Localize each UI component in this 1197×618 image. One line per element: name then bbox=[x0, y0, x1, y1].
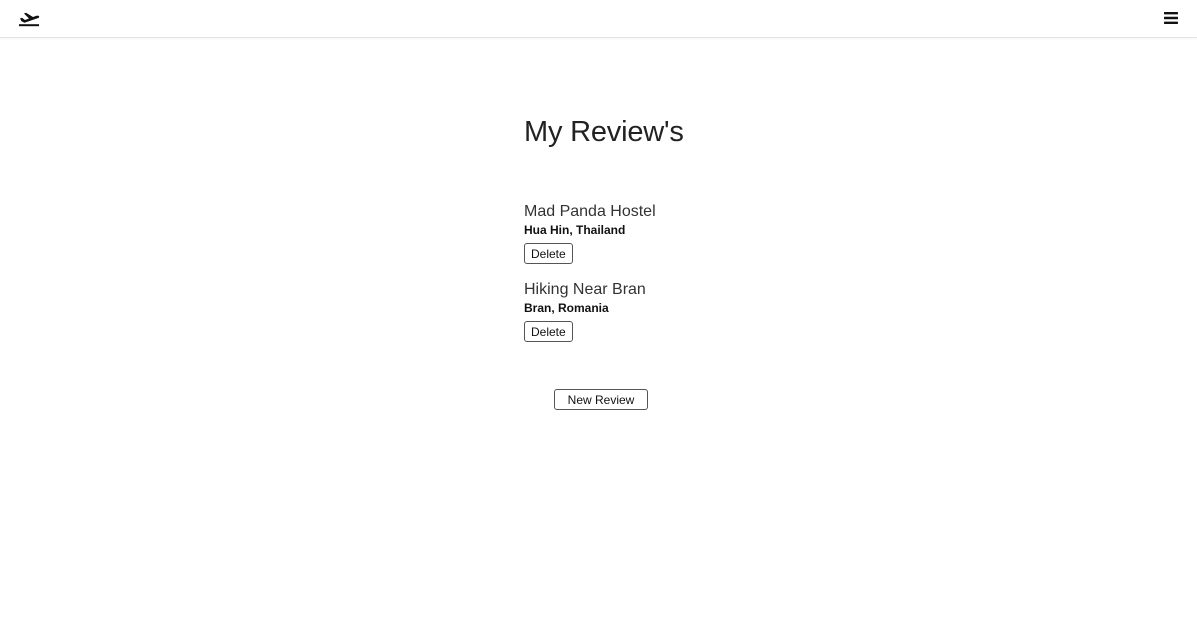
review-title: Mad Panda Hostel bbox=[524, 203, 656, 220]
delete-button[interactable]: Delete bbox=[524, 321, 573, 342]
delete-button[interactable]: Delete bbox=[524, 243, 573, 264]
review-item: Mad Panda Hostel Hua Hin, Thailand Delet… bbox=[524, 202, 824, 264]
review-item: Hiking Near Bran Bran, Romania Delete bbox=[524, 280, 824, 342]
new-review-button[interactable]: New Review bbox=[554, 389, 648, 410]
hamburger-menu-icon[interactable] bbox=[1164, 11, 1178, 25]
airplane-logo-icon[interactable] bbox=[18, 9, 40, 27]
review-title: Hiking Near Bran bbox=[524, 281, 646, 298]
review-location: Bran, Romania bbox=[524, 301, 609, 315]
review-location: Hua Hin, Thailand bbox=[524, 223, 626, 237]
review-list: Mad Panda Hostel Hua Hin, Thailand Delet… bbox=[524, 202, 824, 342]
page-title: My Review's bbox=[524, 116, 684, 148]
top-navbar bbox=[0, 0, 1197, 38]
reviews-content: My Review's Mad Panda Hostel Hua Hin, Th… bbox=[524, 112, 824, 358]
